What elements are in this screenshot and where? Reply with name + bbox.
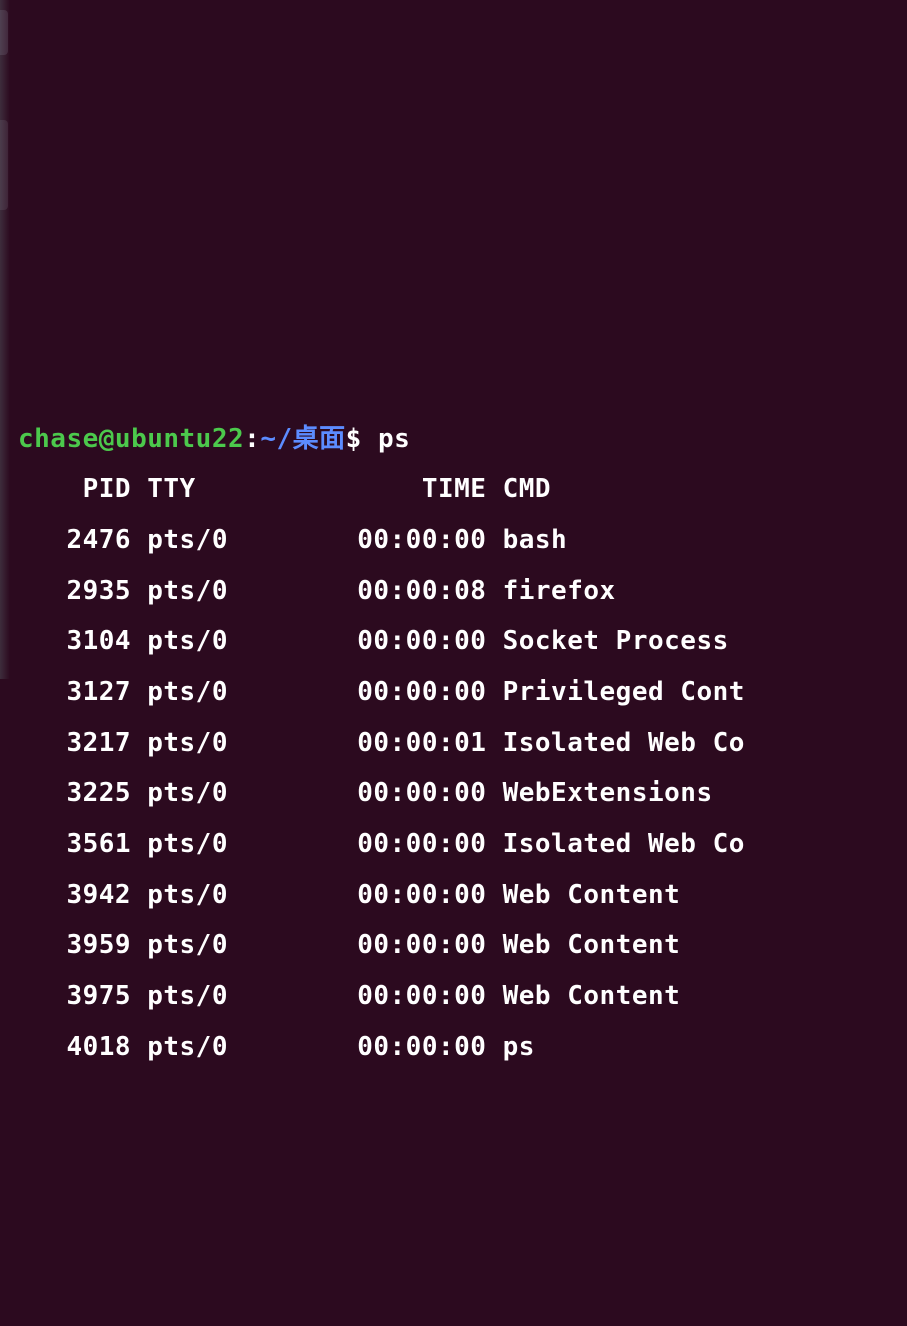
prompt-path: ~/桌面 — [260, 424, 345, 454]
header-row: PID TTY TIME CMD — [18, 474, 551, 504]
table-row: 4018 pts/0 00:00:00 ps — [18, 1032, 535, 1062]
prompt-user-host: chase@ubuntu22 — [18, 424, 244, 454]
table-row: 3561 pts/0 00:00:00 Isolated Web Co — [18, 829, 745, 859]
header-time: TIME — [276, 474, 502, 504]
table-row: 3104 pts/0 00:00:00 Socket Process — [18, 626, 729, 656]
header-cmd: CMD — [503, 474, 551, 504]
table-row: 2935 pts/0 00:00:08 firefox — [18, 576, 616, 606]
dock-hint-top — [0, 10, 8, 55]
table-row: 2476 pts/0 00:00:00 bash — [18, 525, 567, 555]
prompt-symbol: $ — [346, 424, 362, 454]
table-row: 3959 pts/0 00:00:00 Web Content — [18, 930, 680, 960]
terminal-area[interactable]: chase@ubuntu22:~/桌面$ ps PID TTY TIME CMD… — [18, 414, 889, 1073]
table-row: 3225 pts/0 00:00:00 WebExtensions — [18, 778, 713, 808]
table-row: 3127 pts/0 00:00:00 Privileged Cont — [18, 677, 745, 707]
left-decoration — [0, 0, 10, 679]
table-row: 3942 pts/0 00:00:00 Web Content — [18, 880, 680, 910]
prompt-colon: : — [244, 424, 260, 454]
process-rows: 2476 pts/0 00:00:00 bash 2935 pts/0 00:0… — [18, 515, 889, 1073]
dock-hint-mid — [0, 120, 8, 210]
command-text: ps — [378, 424, 410, 454]
header-pid: PID — [18, 474, 147, 504]
table-row: 3217 pts/0 00:00:01 Isolated Web Co — [18, 728, 745, 758]
header-tty: TTY — [147, 474, 276, 504]
table-row: 3975 pts/0 00:00:00 Web Content — [18, 981, 680, 1011]
